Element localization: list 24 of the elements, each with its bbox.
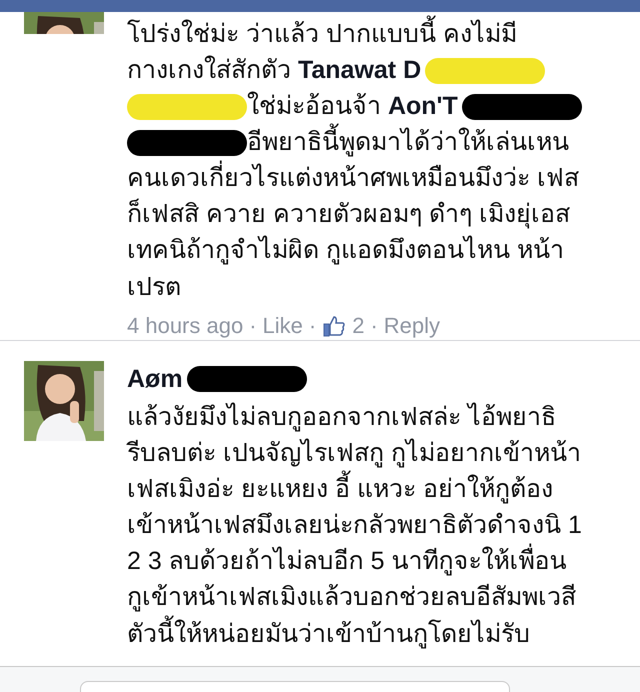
comment-text: ใช่ม่ะอ้อนจ้า bbox=[247, 90, 382, 122]
like-count: 2 bbox=[352, 312, 364, 340]
timestamp: 4 hours ago bbox=[127, 312, 244, 340]
comment-text: ก็เฟสสิ ควาย ควายตัวผอมๆ ดำๆ เมิงยุ่เอส bbox=[127, 198, 570, 230]
comment-text: กางเกงใส่สักตัว bbox=[127, 54, 292, 86]
separator-dot: · bbox=[308, 312, 316, 340]
comment-text: เข้าหน้าเฟสมึงเลยน่ะกลัวพยาธิตัวดำจงนิ 1 bbox=[127, 510, 582, 542]
user-name-link[interactable]: Tanawat D bbox=[298, 52, 422, 88]
user-name-link[interactable]: Aon'T bbox=[388, 88, 458, 124]
thumbs-up-icon bbox=[322, 314, 346, 338]
comment-text: ตัวนี้ให้หน่อยมันว่าเข้าบ้านกูโดยไม่รับ bbox=[127, 616, 530, 652]
comment-text: โปร่งใช่ม่ะ ว่าแล้ว ปากแบบนี้ คงไม่มี bbox=[127, 16, 517, 52]
comment-text: เฟสเมิงอ่ะ ยะแหยง อี้ แหวะ อย่าให้กูต้อง bbox=[127, 472, 553, 508]
comment-text: รีบลบต่ะ เปนจัญไรเฟสกู กูไม่อยากเข้าหน้า bbox=[127, 438, 581, 470]
separator-dot: · bbox=[249, 312, 257, 340]
user-name-link[interactable]: Aøm bbox=[127, 362, 183, 398]
comment-text: 2 3 ลบด้วยถ้าไม่ลบอีก 5 นาทีกูจะให้เพื่อน bbox=[127, 544, 566, 580]
comment-text: เปรต bbox=[127, 272, 181, 303]
comment-text: แล้วงัยมึงไม่ลบกูออกจากเฟสล่ะ ไอ้พยาธิ bbox=[127, 402, 556, 434]
comment-text: เทคนิถ้ากูจำไม่ผิด กูแอดมึงตอนไหน หน้า bbox=[127, 234, 564, 266]
comment-text: กูเข้าหน้าเฟสเมิงแล้วบอกช่วยลบอีสัมพเวสี bbox=[127, 582, 576, 614]
separator-dot: · bbox=[370, 312, 378, 340]
comment-text: คนเดวเกี่ยวไรแต่งหน้าศพเหมือนมึงว่ะ เฟส bbox=[127, 161, 579, 197]
comment-text: อีพยาธินี้พูดมาได้ว่าให้เล่นเหน bbox=[247, 125, 569, 161]
